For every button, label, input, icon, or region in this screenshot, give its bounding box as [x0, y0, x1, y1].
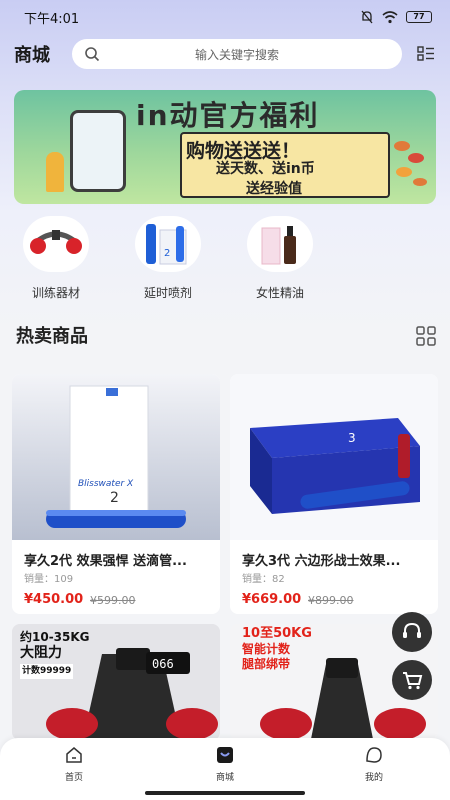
shop-icon: [214, 744, 236, 766]
svg-text:2: 2: [164, 248, 170, 259]
product-sales: 销量：82: [242, 574, 285, 585]
search-placeholder: 输入关键字搜索: [194, 47, 279, 62]
profile-icon: [363, 744, 385, 766]
cart-button[interactable]: [392, 660, 432, 700]
nav-label: 我的: [364, 773, 383, 783]
trainer-icon: [23, 216, 89, 272]
section-title: 热卖商品: [16, 326, 88, 347]
home-indicator: [145, 791, 305, 795]
headset-icon: [403, 622, 421, 638]
nav-shop[interactable]: 商城: [185, 744, 265, 783]
nav-profile[interactable]: 我的: [334, 744, 414, 783]
banner-line-3: 送经验值: [246, 181, 302, 197]
counter-display: 066: [152, 657, 174, 671]
nav-label: 商城: [215, 773, 234, 783]
product-card[interactable]: 3 享久3代 六边形战士效果... 销量：82 ¥669.00 ¥899.00: [230, 374, 438, 614]
category-row: 训练器材 2 延时喷剂 女性精油: [0, 216, 450, 308]
search-icon: [84, 45, 102, 63]
status-icons: 77: [360, 10, 432, 24]
promo-line: 约10-35KG: [20, 630, 90, 644]
category-training[interactable]: 训练器材: [6, 216, 106, 301]
cart-icon: [403, 672, 423, 690]
product-card[interactable]: 066 约10-35KG 大阻力 计数99999: [12, 624, 220, 740]
svg-text:Blisswater X: Blisswater X: [78, 479, 134, 489]
battery-level: 77: [413, 12, 425, 21]
battery-icon: 77: [406, 11, 432, 23]
promo-banner[interactable]: in动官方福利 购物送送送！ 送天数、送in币 送经验值: [14, 90, 436, 204]
product-price: ¥450.00: [24, 592, 84, 607]
category-oil[interactable]: 女性精油: [230, 216, 330, 301]
product-image: Blisswater X 2: [12, 374, 220, 540]
box-number: 3: [348, 431, 356, 445]
product-original-price: ¥899.00: [308, 594, 354, 607]
home-icon: [63, 744, 85, 766]
page-title: 商城: [14, 45, 50, 66]
box-number: 2: [110, 490, 119, 506]
category-label: 训练器材: [31, 286, 80, 300]
status-time: 下午4:01: [24, 11, 80, 27]
banner-line-2: 送天数、送in币: [216, 161, 315, 177]
customer-service-button[interactable]: [392, 612, 432, 652]
product-name: 享久2代 效果强悍 送滴管...: [24, 554, 187, 569]
promo-text: 约10-35KG 大阻力 计数99999: [20, 630, 90, 679]
promo-line: 计数99999: [20, 664, 74, 679]
oil-bottle-icon: [247, 216, 313, 272]
mute-bell-icon: [361, 10, 373, 24]
product-name: 享久3代 六边形战士效果...: [242, 554, 401, 569]
promo-text: 10至50KG 智能计数 腿部绑带: [242, 626, 312, 672]
person-illustration: [46, 152, 64, 192]
promo-line: 智能计数: [242, 642, 291, 656]
category-menu-icon[interactable]: [416, 44, 436, 64]
nav-home[interactable]: 首页: [34, 744, 114, 783]
category-spray[interactable]: 2 延时喷剂: [118, 216, 218, 301]
product-original-price: ¥599.00: [90, 594, 136, 607]
category-label: 延时喷剂: [143, 286, 192, 300]
promo-line: 大阻力: [20, 645, 62, 661]
search-input[interactable]: 输入关键字搜索: [72, 39, 402, 69]
category-label: 女性精油: [255, 286, 304, 300]
phone-illustration: [70, 110, 126, 192]
grid-view-icon[interactable]: [416, 326, 436, 346]
top-header: 商城 输入关键字搜索: [0, 36, 450, 72]
leaves-illustration: [394, 141, 427, 186]
spray-icon: 2: [135, 216, 201, 272]
product-sales: 销量：109: [24, 574, 74, 585]
promo-line: 腿部绑带: [242, 657, 291, 671]
promo-line: 10至50KG: [242, 626, 312, 641]
wifi-icon: [382, 10, 398, 23]
product-price: ¥669.00: [242, 592, 302, 607]
nav-label: 首页: [64, 773, 83, 783]
banner-title: in动官方福利: [136, 99, 320, 132]
product-image: 3: [230, 374, 438, 540]
banner-card: 购物送送送！ 送天数、送in币 送经验值: [180, 132, 390, 198]
status-bar: 下午4:01 77: [0, 0, 450, 34]
product-card[interactable]: Blisswater X 2 享久2代 效果强悍 送滴管... 销量：109 ¥…: [12, 374, 220, 614]
